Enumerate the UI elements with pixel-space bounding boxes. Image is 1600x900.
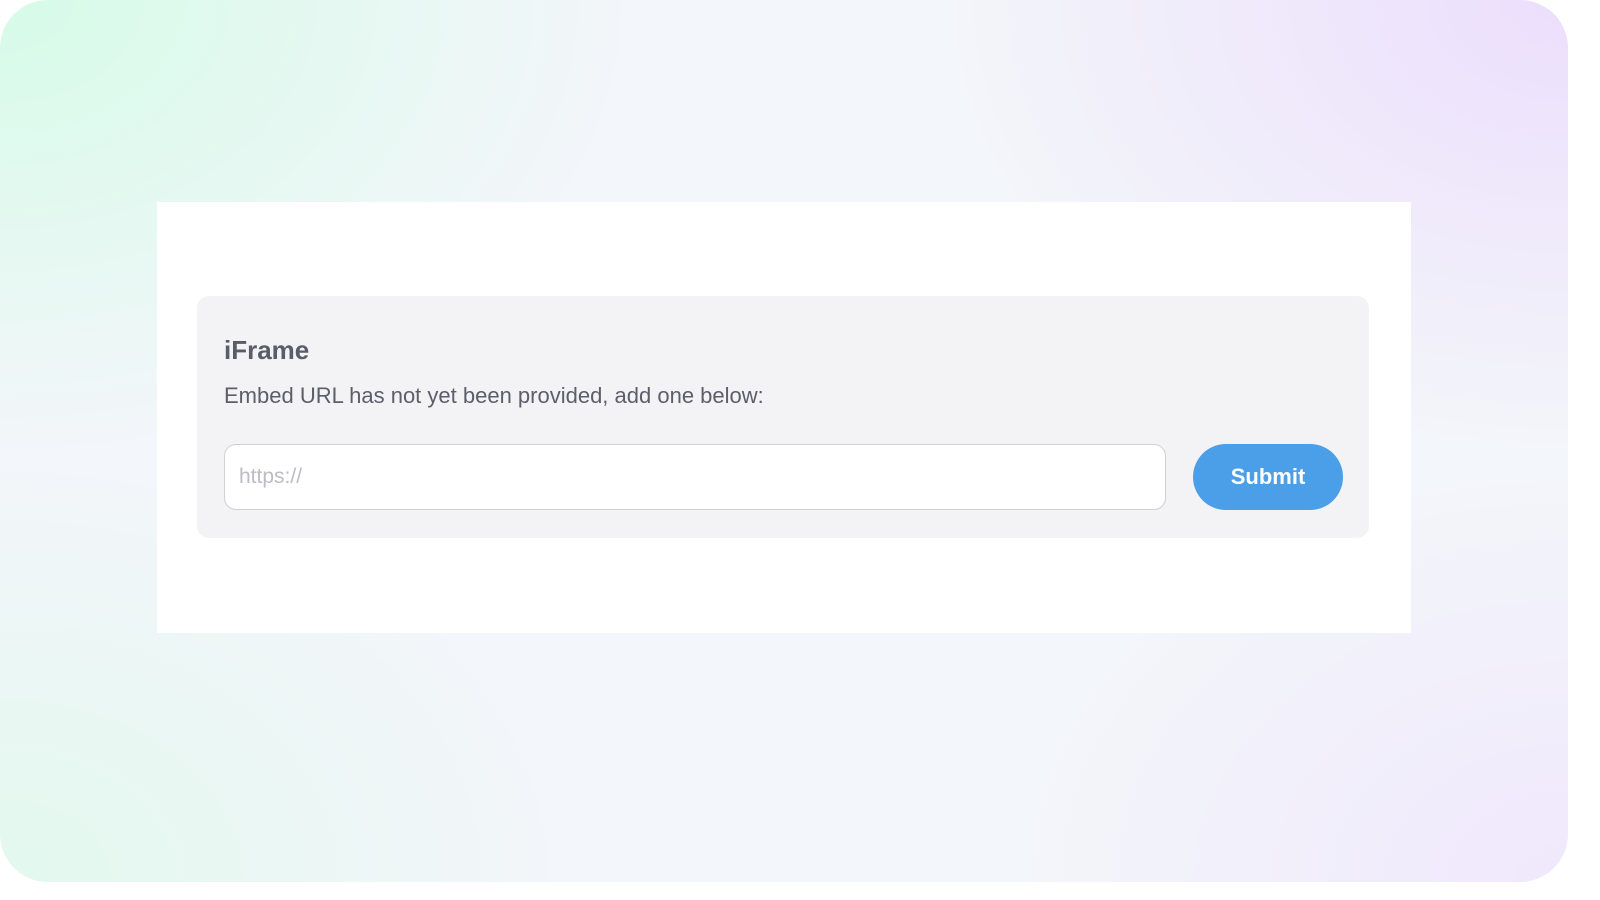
gradient-backdrop: iFrame Embed URL has not yet been provid…	[0, 0, 1568, 882]
card-message: Embed URL has not yet been provided, add…	[224, 383, 764, 408]
card-title: iFrame	[224, 335, 310, 365]
embed-url-input[interactable]	[224, 444, 1166, 510]
iframe-embed-card: iFrame Embed URL has not yet been provid…	[197, 296, 1369, 538]
submit-button[interactable]: Submit	[1193, 444, 1343, 510]
embed-panel: iFrame Embed URL has not yet been provid…	[157, 202, 1411, 633]
